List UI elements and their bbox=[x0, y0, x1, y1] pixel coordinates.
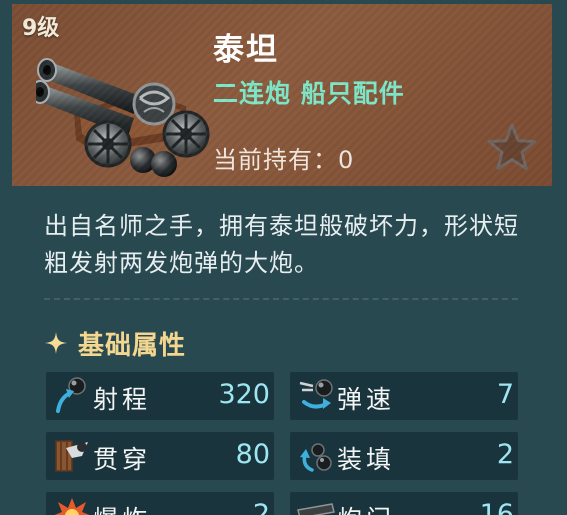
base-attributes-header: 基础属性 bbox=[44, 325, 186, 361]
stat-value: 2 bbox=[496, 439, 514, 470]
stat-label: 贯穿 bbox=[93, 445, 152, 474]
penetration-icon bbox=[55, 440, 88, 472]
stat-label: 弹速 bbox=[337, 385, 396, 414]
stat-label: 炮门 bbox=[337, 500, 395, 515]
item-detail-panel: 9级 泰坦 二连炮 船只配件 当前持有：0 出自名师之手，拥有泰坦般破坏力，形状… bbox=[0, 0, 567, 515]
stat-value: 7 bbox=[496, 379, 514, 410]
reload-icon bbox=[300, 443, 332, 472]
stat-label: 爆炸 bbox=[93, 500, 151, 515]
favorite-star-icon[interactable] bbox=[484, 120, 540, 176]
stat-reload: 装填 2 bbox=[290, 432, 518, 480]
stat-label: 装填 bbox=[337, 445, 396, 474]
item-name: 泰坦 bbox=[213, 32, 279, 68]
projectile-speed-icon bbox=[299, 379, 333, 409]
item-type: 二连炮 船只配件 bbox=[213, 79, 405, 108]
stat-explosion: 爆炸 2 bbox=[46, 492, 274, 515]
item-header: 9级 泰坦 二连炮 船只配件 当前持有：0 bbox=[12, 4, 552, 186]
base-attributes-title: 基础属性 bbox=[78, 330, 187, 361]
stat-value: 80 bbox=[235, 439, 270, 470]
stat-range: 射程 320 bbox=[46, 372, 274, 420]
range-icon bbox=[56, 377, 86, 413]
explosion-icon bbox=[54, 498, 90, 515]
stat-label: 射程 bbox=[93, 385, 152, 414]
stat-value: 2 bbox=[252, 499, 270, 515]
cannon-image bbox=[36, 58, 210, 177]
holding-count: 当前持有：0 bbox=[213, 146, 355, 174]
sparkle-icon bbox=[45, 332, 67, 354]
stat-value: 16 bbox=[479, 499, 514, 515]
stat-gun-port: 炮门 16 bbox=[290, 492, 518, 515]
stat-projectile-speed: 弹速 7 bbox=[290, 372, 518, 420]
stat-penetration: 贯穿 80 bbox=[46, 432, 274, 480]
stat-value: 320 bbox=[218, 379, 270, 410]
section-divider bbox=[44, 298, 518, 300]
item-description: 出自名师之手，拥有泰坦般破坏力，形状短粗发射两发炮弹的大炮。 bbox=[44, 212, 519, 277]
gun-port-icon bbox=[297, 503, 335, 515]
